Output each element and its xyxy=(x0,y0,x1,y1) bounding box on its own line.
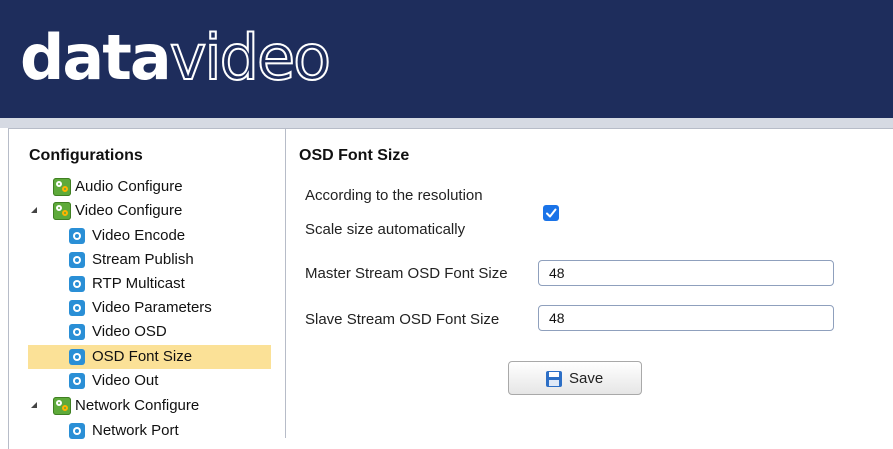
settings-icon xyxy=(69,300,85,316)
floppy-disk-icon xyxy=(546,371,562,387)
tree-item-osd-font-size[interactable]: OSD Font Size xyxy=(28,345,271,369)
settings-panel: OSD Font Size According to the resolutio… xyxy=(286,129,893,438)
header-divider xyxy=(0,118,893,128)
logo-thin-text: video xyxy=(169,20,332,95)
settings-icon xyxy=(69,423,85,439)
master-font-size-input[interactable] xyxy=(538,260,834,286)
auto-scale-label-line1: According to the resolution xyxy=(305,187,483,204)
tree-item-label: Network Port xyxy=(92,422,179,439)
settings-icon xyxy=(69,324,85,340)
sidebar-title: Configurations xyxy=(29,147,143,164)
settings-icon xyxy=(69,276,85,292)
tree-item-label: RTP Multicast xyxy=(92,275,185,292)
page-title: OSD Font Size xyxy=(299,147,410,164)
settings-icon xyxy=(69,252,85,268)
master-font-size-label: Master Stream OSD Font Size xyxy=(305,265,508,282)
logo-bold-text: data xyxy=(20,21,172,94)
gear-icon xyxy=(53,202,71,220)
tree-item-audio-configure[interactable]: Audio Configure xyxy=(43,175,273,199)
settings-icon xyxy=(69,228,85,244)
tree-item-video-configure[interactable]: Video Configure xyxy=(31,199,273,223)
tree-item-video-osd[interactable]: Video OSD xyxy=(65,320,271,344)
tree-item-label: Video Parameters xyxy=(92,299,212,316)
expand-arrow-icon[interactable] xyxy=(31,402,37,408)
expand-arrow-icon[interactable] xyxy=(31,207,37,213)
tree-item-label: Stream Publish xyxy=(92,251,194,268)
tree-item-label: Network Configure xyxy=(75,397,200,414)
auto-scale-label-line2: Scale size automatically xyxy=(305,221,466,238)
slave-font-size-input[interactable] xyxy=(538,305,834,331)
tree-item-label: OSD Font Size xyxy=(92,348,193,365)
tree-item-network-configure[interactable]: Network Configure xyxy=(31,394,273,418)
tree-item-label: Video Configure xyxy=(75,202,183,219)
checkmark-icon xyxy=(546,208,557,218)
tree-item-video-encode[interactable]: Video Encode xyxy=(65,224,271,248)
slave-font-size-label: Slave Stream OSD Font Size xyxy=(305,311,500,328)
save-button-label: Save xyxy=(569,370,604,387)
tree-item-video-parameters[interactable]: Video Parameters xyxy=(65,296,271,320)
settings-icon xyxy=(69,373,85,389)
tree-item-label: Audio Configure xyxy=(75,178,183,195)
gear-icon xyxy=(53,178,71,196)
tree-item-rtp-multicast[interactable]: RTP Multicast xyxy=(65,272,271,296)
tree-item-label: Video OSD xyxy=(92,323,167,340)
tree-item-video-out[interactable]: Video Out xyxy=(65,369,271,393)
app-header: datavideo xyxy=(0,0,893,118)
save-button[interactable]: Save xyxy=(508,361,642,395)
settings-icon xyxy=(69,349,85,365)
auto-scale-checkbox[interactable] xyxy=(543,205,559,221)
tree-item-stream-publish[interactable]: Stream Publish xyxy=(65,248,271,272)
sidebar: Configurations Audio Configure Video Con… xyxy=(9,129,286,439)
tree-item-label: Video Encode xyxy=(92,227,186,244)
tree-item-label: Video Out xyxy=(92,372,159,389)
gear-icon xyxy=(53,397,71,415)
datavideo-logo: datavideo xyxy=(20,18,332,98)
tree-item-network-port[interactable]: Network Port xyxy=(65,419,271,443)
